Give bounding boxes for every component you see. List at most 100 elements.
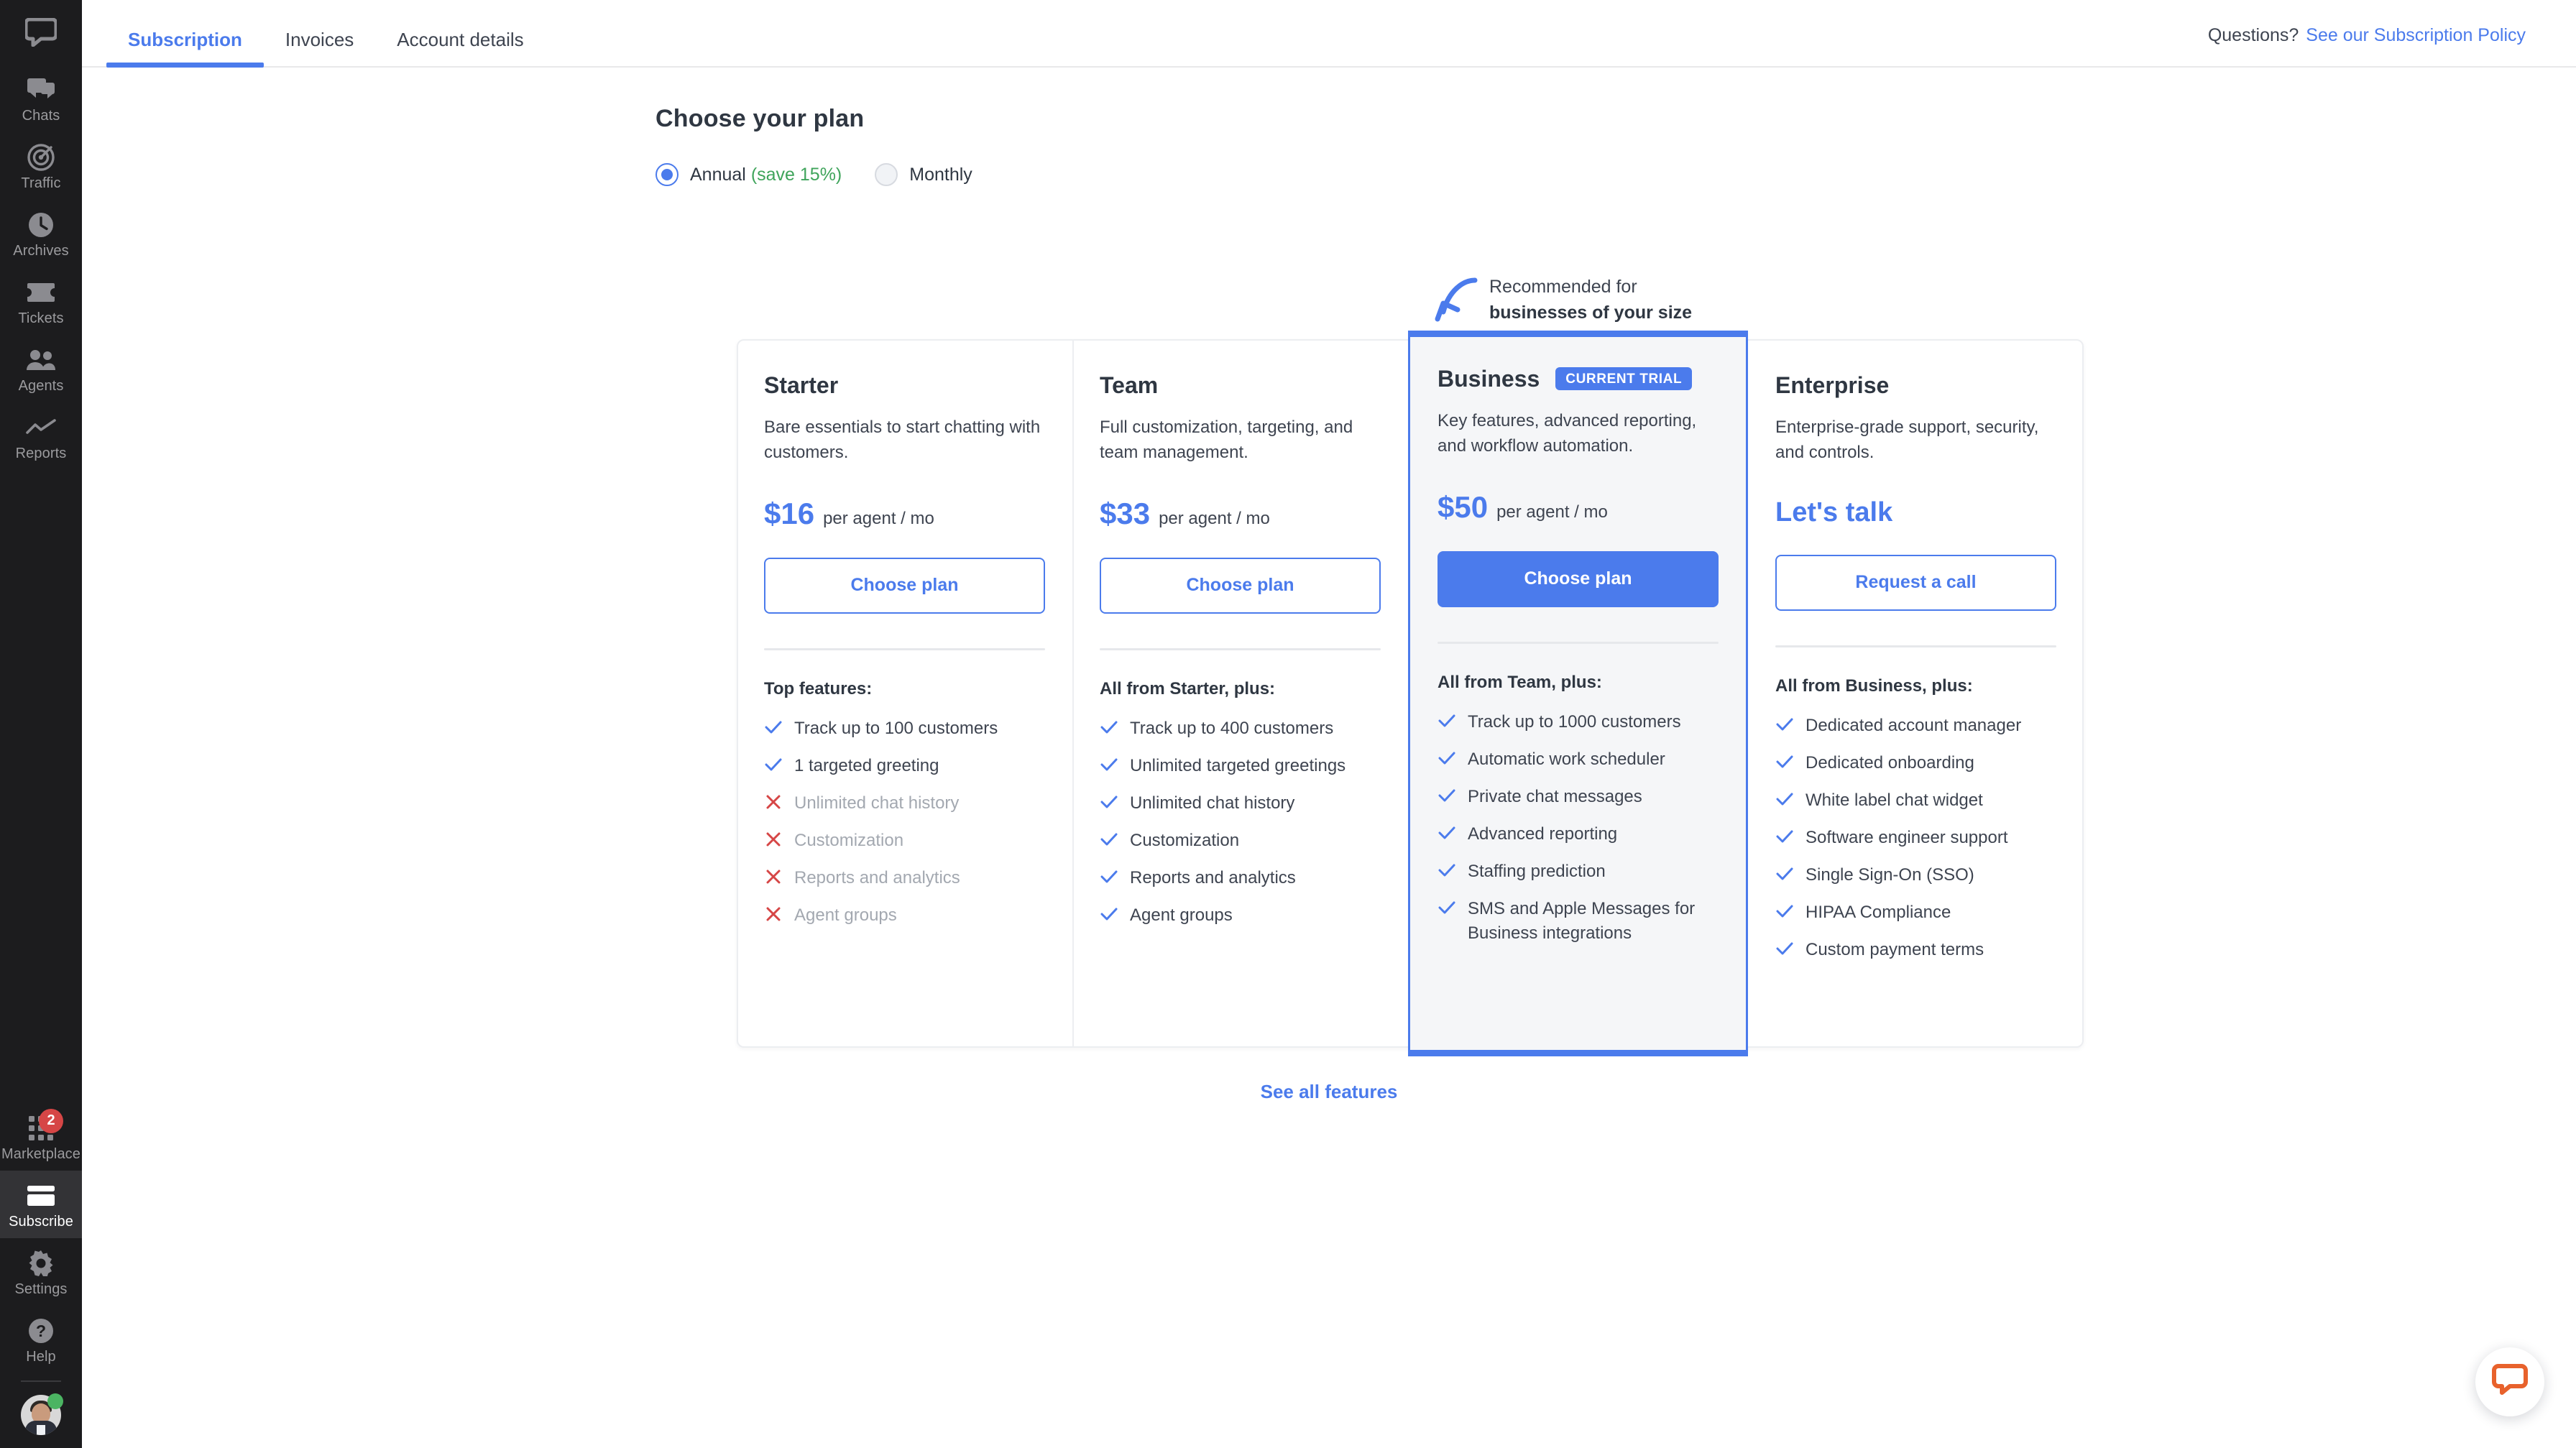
status-badge [47, 1393, 63, 1409]
subscription-policy-link[interactable]: See our Subscription Policy [2306, 25, 2526, 46]
app-sidebar: Chats Traffic Archives Tickets Agents Re… [0, 0, 82, 1448]
feature-item: Reports and analytics [764, 866, 1045, 890]
feature-label: HIPAA Compliance [1806, 902, 1951, 922]
plan-price: $50 [1438, 489, 1489, 524]
sidebar-item-label: Agents [18, 377, 64, 394]
sidebar-item-label: Marketplace [1, 1145, 81, 1162]
plan-price-row: $16 per agent / mo [764, 498, 1045, 529]
subscribe-card-icon [26, 1181, 56, 1211]
tickets-icon [26, 277, 56, 308]
feature-item: SMS and Apple Messages for Business inte… [1438, 897, 1719, 946]
sidebar-item-subscribe[interactable]: Subscribe [0, 1171, 82, 1238]
feature-item: Track up to 400 customers [1100, 716, 1381, 741]
feature-label: Track up to 100 customers [794, 718, 998, 738]
choose-plan-button-business[interactable]: Choose plan [1438, 550, 1719, 607]
features-list: Track up to 100 customers 1 targeted gre… [764, 716, 1045, 928]
sidebar-item-reports[interactable]: Reports [0, 402, 82, 470]
plan-price-row: $33 per agent / mo [1100, 496, 1381, 530]
plan-header: Business CURRENT TRIAL [1438, 363, 1719, 395]
annual-label: Annual (save 15%) [690, 165, 842, 185]
check-icon [1100, 829, 1118, 850]
current-trial-badge: CURRENT TRIAL [1555, 367, 1693, 390]
choose-plan-button-starter[interactable]: Choose plan [764, 557, 1045, 614]
feature-label: White label chat widget [1806, 790, 1983, 810]
plan-columns: Starter Bare essentials to start chattin… [737, 331, 2084, 1056]
tab-account-details[interactable]: Account details [375, 30, 545, 66]
check-icon [1100, 716, 1118, 738]
feature-label: Agent groups [1130, 905, 1233, 925]
plan-divider [1775, 645, 2056, 647]
plan-price-row: $50 per agent / mo [1438, 492, 1719, 522]
annual-radio[interactable] [656, 163, 678, 186]
feature-label: Agent groups [794, 905, 897, 925]
features-list: Track up to 1000 customers Automatic wor… [1438, 710, 1719, 946]
page-title: Choose your plan [656, 105, 865, 132]
contact-headline: Let's talk [1775, 497, 1893, 527]
sidebar-item-agents[interactable]: Agents [0, 335, 82, 402]
tab-subscription[interactable]: Subscription [106, 30, 264, 68]
check-icon [1438, 859, 1456, 881]
feature-label: Dedicated onboarding [1806, 752, 1974, 773]
feature-item: Agent groups [764, 903, 1045, 928]
check-icon [1438, 785, 1456, 806]
feature-label: Reports and analytics [1130, 867, 1296, 887]
feature-label: Automatic work scheduler [1468, 749, 1665, 769]
plan-header: Enterprise [1775, 369, 2056, 401]
features-title: All from Team, plus: [1438, 672, 1602, 692]
feature-item: White label chat widget [1775, 788, 2056, 813]
feature-label: Single Sign-On (SSO) [1806, 864, 1974, 885]
feature-item: Advanced reporting [1438, 822, 1719, 847]
monthly-radio[interactable] [875, 163, 898, 186]
billing-period-toggle: Annual (save 15%) Monthly [656, 163, 2576, 186]
sidebar-item-settings[interactable]: Settings [0, 1238, 82, 1306]
settings-gear-icon [26, 1248, 56, 1278]
sidebar-item-marketplace[interactable]: 2 Marketplace [0, 1103, 82, 1171]
sidebar-item-label: Subscribe [9, 1213, 73, 1230]
features-title: All from Business, plus: [1775, 675, 1973, 696]
tab-invoices[interactable]: Invoices [264, 30, 375, 66]
feature-label: Advanced reporting [1468, 824, 1618, 844]
feature-label: Customization [1130, 830, 1240, 850]
feature-label: Private chat messages [1468, 786, 1642, 806]
feature-item: Track up to 100 customers [764, 716, 1045, 741]
plan-price: $33 [1100, 496, 1151, 530]
sidebar-item-archives[interactable]: Archives [0, 200, 82, 267]
avatar-shirt [37, 1425, 45, 1435]
feature-label: Dedicated account manager [1806, 715, 2022, 735]
plan-description: Key features, advanced reporting, and wo… [1438, 411, 1697, 456]
avatar[interactable] [0, 1382, 82, 1448]
check-icon [1775, 751, 1794, 773]
feature-label: Software engineer support [1806, 827, 2008, 847]
archives-clock-icon [26, 210, 56, 240]
sidebar-item-label: Settings [14, 1281, 68, 1297]
plan-divider [1438, 641, 1719, 644]
billing-option-monthly[interactable]: Monthly [875, 163, 972, 186]
sidebar-item-tickets[interactable]: Tickets [0, 267, 82, 335]
check-icon [1775, 900, 1794, 922]
annual-savings-note: (save 15%) [750, 164, 842, 185]
livechat-logo-icon[interactable] [0, 0, 82, 65]
billing-option-annual[interactable]: Annual (save 15%) [656, 163, 842, 186]
plan-name: Enterprise [1775, 372, 1890, 398]
request-a-call-button[interactable]: Request a call [1775, 554, 2056, 611]
cross-icon [764, 791, 783, 813]
feature-label: Unlimited targeted greetings [1130, 755, 1346, 775]
sidebar-item-traffic[interactable]: Traffic [0, 132, 82, 200]
choose-plan-button-team[interactable]: Choose plan [1100, 557, 1381, 614]
feature-label: SMS and Apple Messages for Business inte… [1468, 898, 1696, 944]
sidebar-item-help[interactable]: ? Help [0, 1306, 82, 1373]
chat-launcher-button[interactable] [2475, 1347, 2544, 1416]
traffic-icon [26, 142, 56, 172]
sidebar-item-label: Reports [15, 445, 67, 461]
sidebar-item-chats[interactable]: Chats [0, 65, 82, 132]
feature-label: Unlimited chat history [1130, 793, 1295, 813]
check-icon [1100, 903, 1118, 925]
check-icon [1775, 788, 1794, 810]
see-all-features-link[interactable]: See all features [82, 1081, 2576, 1103]
feature-label: Reports and analytics [794, 867, 960, 887]
plan-column-business: Business CURRENT TRIAL Key features, adv… [1408, 331, 1748, 1056]
plan-price-unit: per agent / mo [823, 508, 934, 528]
questions-label: Questions? [2207, 25, 2299, 45]
cross-icon [764, 829, 783, 850]
plan-column-enterprise: Enterprise Enterprise-grade support, sec… [1748, 339, 2084, 1048]
